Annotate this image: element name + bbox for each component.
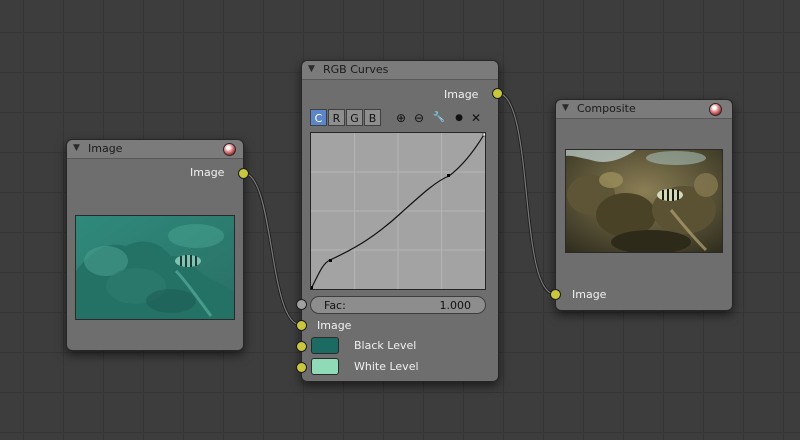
fac-input-socket[interactable] — [296, 299, 307, 310]
curve-point[interactable] — [329, 259, 332, 262]
composite-thumbnail — [565, 149, 723, 253]
color-reef-picture — [566, 150, 722, 252]
image-thumbnail — [75, 215, 235, 320]
curve-point[interactable] — [310, 286, 313, 289]
wrench-icon[interactable]: 🔧 — [432, 110, 446, 126]
curve-graph[interactable] — [310, 132, 487, 290]
composite-image-input-socket[interactable] — [550, 289, 561, 300]
black-level-swatch[interactable] — [311, 337, 339, 354]
preview-sphere-icon[interactable] — [709, 103, 722, 116]
zoom-in-icon[interactable]: ⊕ — [394, 110, 408, 126]
curves-output-label: Image — [444, 88, 479, 101]
composite-node-header[interactable]: ▼ Composite — [556, 100, 732, 119]
curve-point[interactable] — [482, 132, 487, 137]
curves-image-input-socket[interactable] — [296, 320, 307, 331]
curve-point[interactable] — [447, 174, 450, 177]
zoom-out-icon[interactable]: ⊖ — [412, 110, 426, 126]
rgb-curves-header[interactable]: ▼ RGB Curves — [302, 61, 498, 80]
fac-value: 1.000 — [439, 299, 472, 312]
white-level-label: White Level — [354, 360, 419, 373]
preview-sphere-icon[interactable] — [223, 143, 236, 156]
curve-editor[interactable] — [310, 132, 487, 290]
black-level-socket[interactable] — [296, 341, 307, 352]
link-image-to-curves[interactable] — [242, 171, 302, 327]
link-curves-to-composite[interactable] — [496, 91, 556, 296]
channel-r-button[interactable]: R — [328, 109, 345, 126]
white-level-swatch[interactable] — [311, 358, 339, 375]
composite-node-title: Composite — [577, 102, 636, 115]
black-level-label: Black Level — [354, 339, 417, 352]
composite-input-label: Image — [572, 288, 607, 301]
curves-image-input-label: Image — [317, 319, 352, 332]
image-node-title: Image — [88, 142, 123, 155]
fac-label: Fac: — [324, 299, 346, 312]
collapse-arrow-icon[interactable]: ▼ — [562, 103, 569, 113]
channel-b-button[interactable]: B — [364, 109, 381, 126]
curves-output-socket[interactable] — [492, 88, 503, 99]
image-node-header[interactable]: ▼ Image — [67, 140, 243, 159]
collapse-arrow-icon[interactable]: ▼ — [308, 64, 315, 74]
x-icon[interactable]: ✕ — [469, 110, 483, 126]
channel-c-button[interactable]: C — [310, 109, 327, 126]
collapse-arrow-icon[interactable]: ▼ — [73, 143, 80, 153]
teal-reef-picture — [76, 216, 234, 319]
image-output-label: Image — [190, 166, 225, 179]
image-output-socket[interactable] — [238, 168, 249, 179]
fac-slider[interactable]: Fac: 1.000 — [310, 296, 486, 314]
white-level-socket[interactable] — [296, 362, 307, 373]
dot-icon[interactable]: ● — [452, 110, 466, 126]
channel-g-button[interactable]: G — [346, 109, 363, 126]
rgb-curves-title: RGB Curves — [323, 63, 389, 76]
